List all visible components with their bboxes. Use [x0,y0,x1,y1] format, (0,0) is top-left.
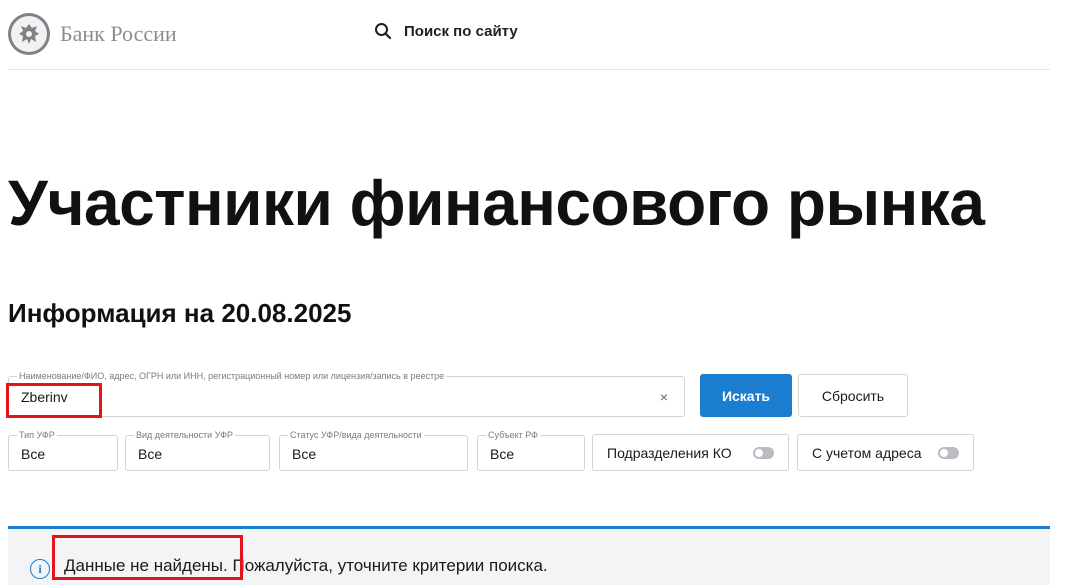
toggle-switch[interactable] [753,447,774,459]
filter-label: Субъект РФ [486,429,540,441]
filter-label: Статус УФР/вида деятельности [288,429,424,441]
toggle-label: С учетом адреса [812,444,922,461]
search-input-label: Наименование/ФИО, адрес, ОГРН или ИНН, р… [17,370,447,382]
toggle-with-address[interactable]: С учетом адреса [797,434,974,471]
filter-activity-type[interactable]: Вид деятельности УФР Все [125,429,270,471]
filter-ufr-type[interactable]: Тип УФР Все [8,429,118,471]
filter-value: Все [138,446,163,462]
filter-value: Все [292,446,317,462]
site-header: Банк России Поиск по сайту [8,0,1050,70]
emblem-icon [8,13,50,55]
site-search-label: Поиск по сайту [404,22,518,40]
bank-logo[interactable]: Банк России [8,13,177,55]
info-icon: i [30,559,50,579]
filter-value: Все [21,446,46,462]
page-title: Участники финансового рынка [8,167,985,239]
message-highlight-box [52,535,243,580]
refine-criteria-text: Пожалуйста, уточните критерии поиска. [227,556,548,575]
info-date-heading: Информация на 20.08.2025 [8,298,352,328]
filter-region[interactable]: Субъект РФ Все [477,429,585,471]
filter-value: Все [490,446,515,462]
search-input[interactable]: Наименование/ФИО, адрес, ОГРН или ИНН, р… [8,370,685,417]
toggle-ko-divisions[interactable]: Подразделения КО [592,434,789,471]
filter-label: Тип УФР [17,429,57,441]
search-button[interactable]: Искать [700,374,792,417]
filter-label: Вид деятельности УФР [134,429,235,441]
site-search-button[interactable]: Поиск по сайту [374,22,518,40]
logo-text: Банк России [60,21,177,46]
reset-button[interactable]: Сбросить [798,374,908,417]
search-icon [375,23,392,40]
toggle-switch[interactable] [938,447,959,459]
filter-status[interactable]: Статус УФР/вида деятельности Все [279,429,468,471]
query-highlight-box [6,383,102,418]
toggle-label: Подразделения КО [607,444,732,461]
clear-icon[interactable]: × [660,389,668,405]
